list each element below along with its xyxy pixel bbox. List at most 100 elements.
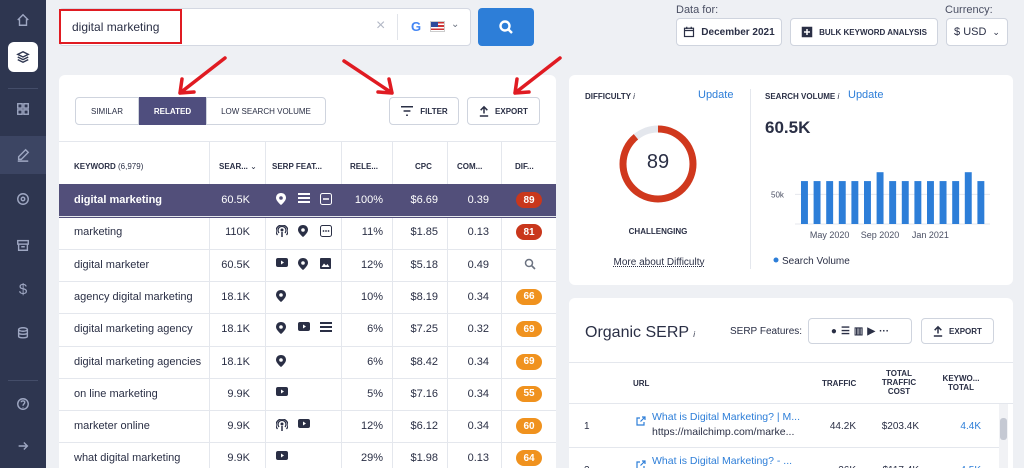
list-icon[interactable]: [320, 322, 332, 335]
search-icon[interactable]: [524, 258, 536, 273]
edit-icon[interactable]: [0, 140, 46, 170]
more-icon[interactable]: [320, 225, 332, 240]
tab-similar[interactable]: SIMILAR: [75, 97, 139, 125]
pin-icon[interactable]: [276, 322, 286, 337]
serp-export-button[interactable]: EXPORT: [921, 318, 994, 344]
video-icon[interactable]: [276, 386, 288, 399]
keyword-cell[interactable]: marketer online: [74, 420, 150, 432]
col-header-competition[interactable]: COM...: [457, 162, 482, 171]
bulk-keyword-analysis-button[interactable]: BULK KEYWORD ANALYSIS: [790, 18, 938, 46]
competition-cell: 0.39: [467, 194, 489, 206]
image-icon[interactable]: [320, 257, 331, 272]
card-divider: [750, 89, 751, 269]
google-icon[interactable]: G: [411, 19, 421, 34]
search-button[interactable]: [478, 8, 534, 46]
clear-icon[interactable]: ×: [376, 17, 385, 35]
keyword-cell[interactable]: digital marketing: [74, 194, 162, 206]
video-icon[interactable]: [298, 322, 310, 334]
scrollbar-thumb[interactable]: [1000, 418, 1007, 440]
serp-col-keywords-total[interactable]: KEYWO... TOTAL: [940, 374, 982, 392]
menu-box-icon[interactable]: [320, 193, 332, 208]
serp-cost: $203.4K: [881, 421, 919, 432]
keyword-cell[interactable]: on line marketing: [74, 388, 158, 400]
col-header-difficulty[interactable]: DIF...: [515, 162, 534, 171]
target-icon[interactable]: [0, 184, 46, 214]
video-icon[interactable]: [298, 419, 310, 431]
annotation-arrow: [178, 56, 227, 95]
row-divider: [59, 377, 556, 379]
serp-result-title[interactable]: What is Digital Marketing? - ...: [652, 455, 804, 467]
serp-features-icons[interactable]: ● ☰ ▥ ▶ ···: [808, 318, 912, 344]
keyword-cell[interactable]: agency digital marketing: [74, 291, 193, 303]
search-volume-chart: 50k May 2020 Sep 2020 Jan 2021 Search Volume: [771, 172, 990, 267]
pin-icon[interactable]: [276, 354, 286, 370]
pin-icon[interactable]: [276, 289, 286, 305]
volume-cell: 60.5K: [221, 194, 250, 206]
serp-divider: [569, 447, 999, 448]
external-link-icon[interactable]: [636, 457, 646, 468]
export-button[interactable]: EXPORT: [467, 97, 540, 125]
col-header-search-volume[interactable]: SEAR... ⌄: [219, 162, 257, 171]
grid-icon[interactable]: [0, 94, 46, 124]
col-header-keyword[interactable]: KEYWORD (6,979): [74, 162, 143, 171]
x-tick-label: May 2020: [810, 230, 850, 240]
legend-swatch: [773, 257, 779, 263]
difficulty-update-link[interactable]: Update: [698, 89, 733, 101]
serp-result-title[interactable]: What is Digital Marketing? | M...: [652, 411, 804, 423]
layers-icon[interactable]: [0, 42, 46, 72]
col-header-serp-features[interactable]: SERP FEAT...: [272, 162, 322, 171]
row-divider: [59, 410, 556, 412]
keyword-cell[interactable]: digital marketing agencies: [74, 356, 201, 368]
chevron-down-icon: ⌄: [250, 162, 257, 171]
list-icon[interactable]: [298, 193, 310, 206]
external-link-icon[interactable]: [636, 413, 646, 431]
difficulty-badge: 81: [516, 224, 542, 241]
podcast-icon[interactable]: [275, 224, 289, 240]
difficulty-badge: 69: [516, 353, 542, 370]
col-header-relevance[interactable]: RELE...: [350, 162, 378, 171]
pin-icon[interactable]: [298, 225, 308, 240]
upload-icon: [479, 105, 489, 117]
serp-col-total-traffic-cost[interactable]: TOTAL TRAFFIC COST: [873, 369, 925, 396]
pin-icon[interactable]: [276, 193, 286, 208]
keyword-cell[interactable]: digital marketer: [74, 259, 149, 271]
filter-label: FILTER: [420, 106, 448, 116]
more-about-difficulty-link[interactable]: More about Difficulty: [601, 257, 717, 268]
tab-related[interactable]: RELATED: [139, 97, 206, 125]
archive-icon[interactable]: [0, 230, 46, 260]
search-volume-update-link[interactable]: Update: [848, 89, 883, 101]
pin-icon: ●: [830, 325, 837, 337]
pin-icon[interactable]: [298, 257, 308, 273]
competition-cell: 0.34: [467, 355, 489, 368]
dollar-icon[interactable]: $: [0, 274, 46, 304]
help-icon[interactable]: [0, 389, 46, 419]
serp-col-traffic[interactable]: TRAFFIC: [822, 379, 856, 388]
chart-bar: [826, 181, 834, 224]
competition-cell: 0.13: [467, 226, 489, 239]
serp-keywords-link[interactable]: 4.4K: [935, 421, 981, 432]
logout-icon[interactable]: [0, 431, 46, 461]
flag-canton: [431, 22, 438, 27]
chevron-down-icon[interactable]: ⌄: [451, 19, 459, 30]
video-icon[interactable]: [276, 451, 288, 463]
video-icon[interactable]: [276, 257, 288, 270]
home-icon[interactable]: [0, 5, 46, 35]
keyword-cell[interactable]: digital marketing agency: [74, 323, 193, 335]
search-divider: [397, 14, 398, 40]
volume-cell: 9.9K: [227, 452, 250, 465]
annotation-arrow: [342, 59, 394, 95]
database-icon[interactable]: [0, 318, 46, 348]
keyword-cell[interactable]: what digital marketing: [74, 452, 180, 464]
relevance-cell: 12%: [360, 258, 383, 271]
serp-col-url[interactable]: URL: [633, 379, 649, 388]
date-select-button[interactable]: December 2021: [676, 18, 782, 46]
podcast-icon[interactable]: [275, 418, 289, 434]
filter-icon: [401, 105, 414, 117]
chevron-down-icon: ⌄: [992, 26, 1000, 37]
col-header-cpc[interactable]: CPC: [415, 162, 432, 171]
keyword-cell[interactable]: marketing: [74, 226, 122, 238]
date-value: December 2021: [701, 26, 775, 38]
keyword-count: (6,979): [118, 162, 144, 171]
tab-low-search-volume[interactable]: LOW SEARCH VOLUME: [206, 97, 326, 125]
currency-select[interactable]: $ USD ⌄: [946, 18, 1008, 46]
